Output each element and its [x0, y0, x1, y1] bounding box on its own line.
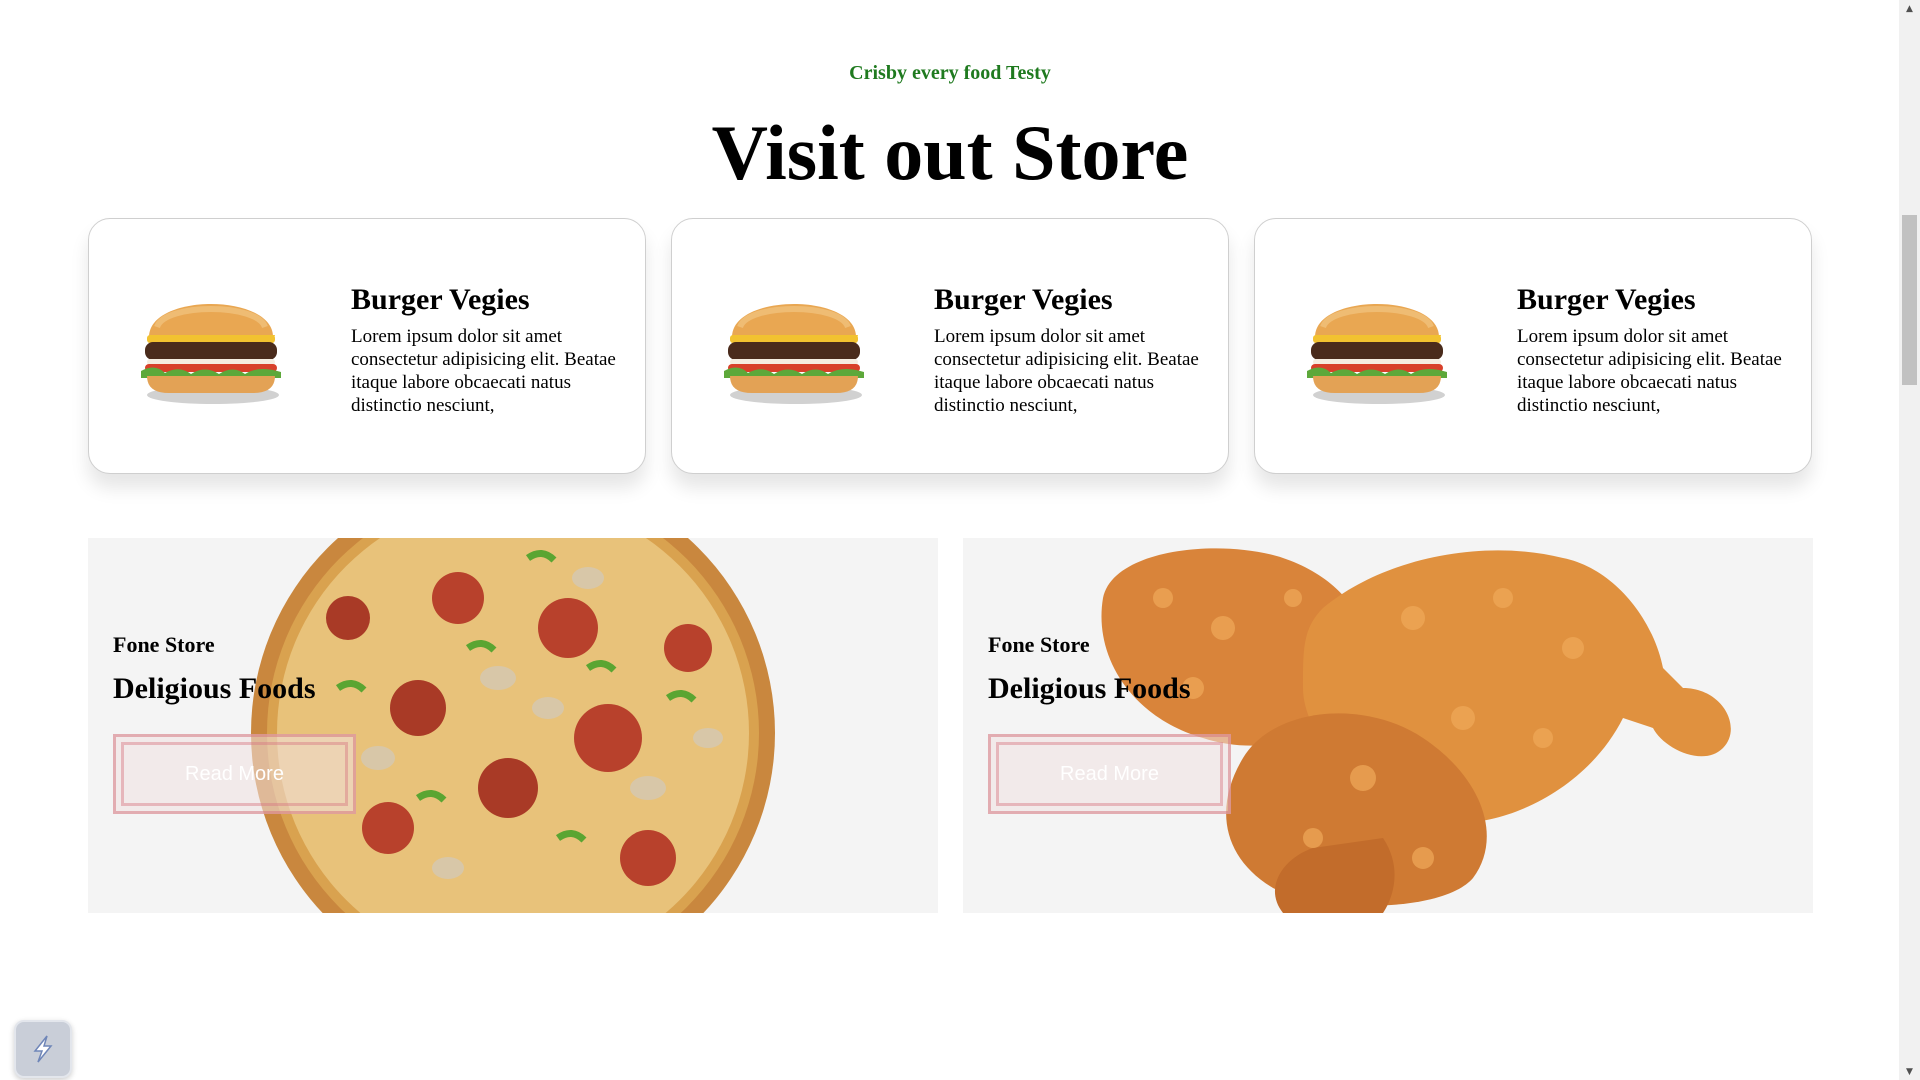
product-cards: Burger Vegies Lorem ipsum dolor sit amet… [88, 218, 1812, 474]
card-title: Burger Vegies [351, 283, 530, 316]
read-more-button[interactable]: Read More [113, 734, 356, 814]
promo-heading: Deligious Foods [988, 672, 1191, 705]
vertical-scrollbar[interactable]: ▲ ▼ [1899, 0, 1920, 1080]
page: Crisby every food Testy Visit out Store … [0, 0, 1920, 1080]
card-description: Lorem ipsum dolor sit amet consectetur a… [934, 326, 1199, 416]
burger-image [141, 304, 281, 404]
promo-banner-chicken: Fone Store Deligious Foods Read More [963, 538, 1813, 913]
burger-image [1307, 304, 1447, 404]
card-description: Lorem ipsum dolor sit amet consectetur a… [351, 326, 616, 416]
section-eyebrow: Crisby every food Testy [849, 62, 1051, 84]
card-title: Burger Vegies [1517, 283, 1696, 316]
pizza-image [251, 538, 775, 913]
promo-kicker: Fone Store [988, 632, 1090, 657]
fried-chicken-image [1101, 548, 1731, 913]
card-title: Burger Vegies [934, 283, 1113, 316]
floating-widget-button[interactable] [14, 1020, 72, 1078]
promo-kicker: Fone Store [113, 632, 215, 657]
product-card[interactable]: Burger Vegies Lorem ipsum dolor sit amet… [1254, 218, 1812, 474]
product-card[interactable]: Burger Vegies Lorem ipsum dolor sit amet… [671, 218, 1229, 474]
lightning-bolt-icon [33, 1035, 53, 1063]
scroll-thumb[interactable] [1902, 215, 1917, 385]
scroll-up-arrow-icon[interactable]: ▲ [1899, 0, 1920, 17]
read-more-label: Read More [1060, 762, 1159, 785]
promo-heading: Deligious Foods [113, 672, 316, 705]
section-title: Visit out Store [711, 109, 1189, 196]
promo-banners: Fone Store Deligious Foods Read More Fon… [88, 538, 1813, 913]
scroll-down-arrow-icon[interactable]: ▼ [1899, 1063, 1920, 1080]
burger-image [724, 304, 864, 404]
card-description: Lorem ipsum dolor sit amet consectetur a… [1517, 326, 1782, 416]
product-card[interactable]: Burger Vegies Lorem ipsum dolor sit amet… [88, 218, 646, 474]
read-more-button[interactable]: Read More [988, 734, 1231, 814]
read-more-label: Read More [185, 762, 284, 785]
promo-banner-pizza: Fone Store Deligious Foods Read More [88, 538, 938, 913]
